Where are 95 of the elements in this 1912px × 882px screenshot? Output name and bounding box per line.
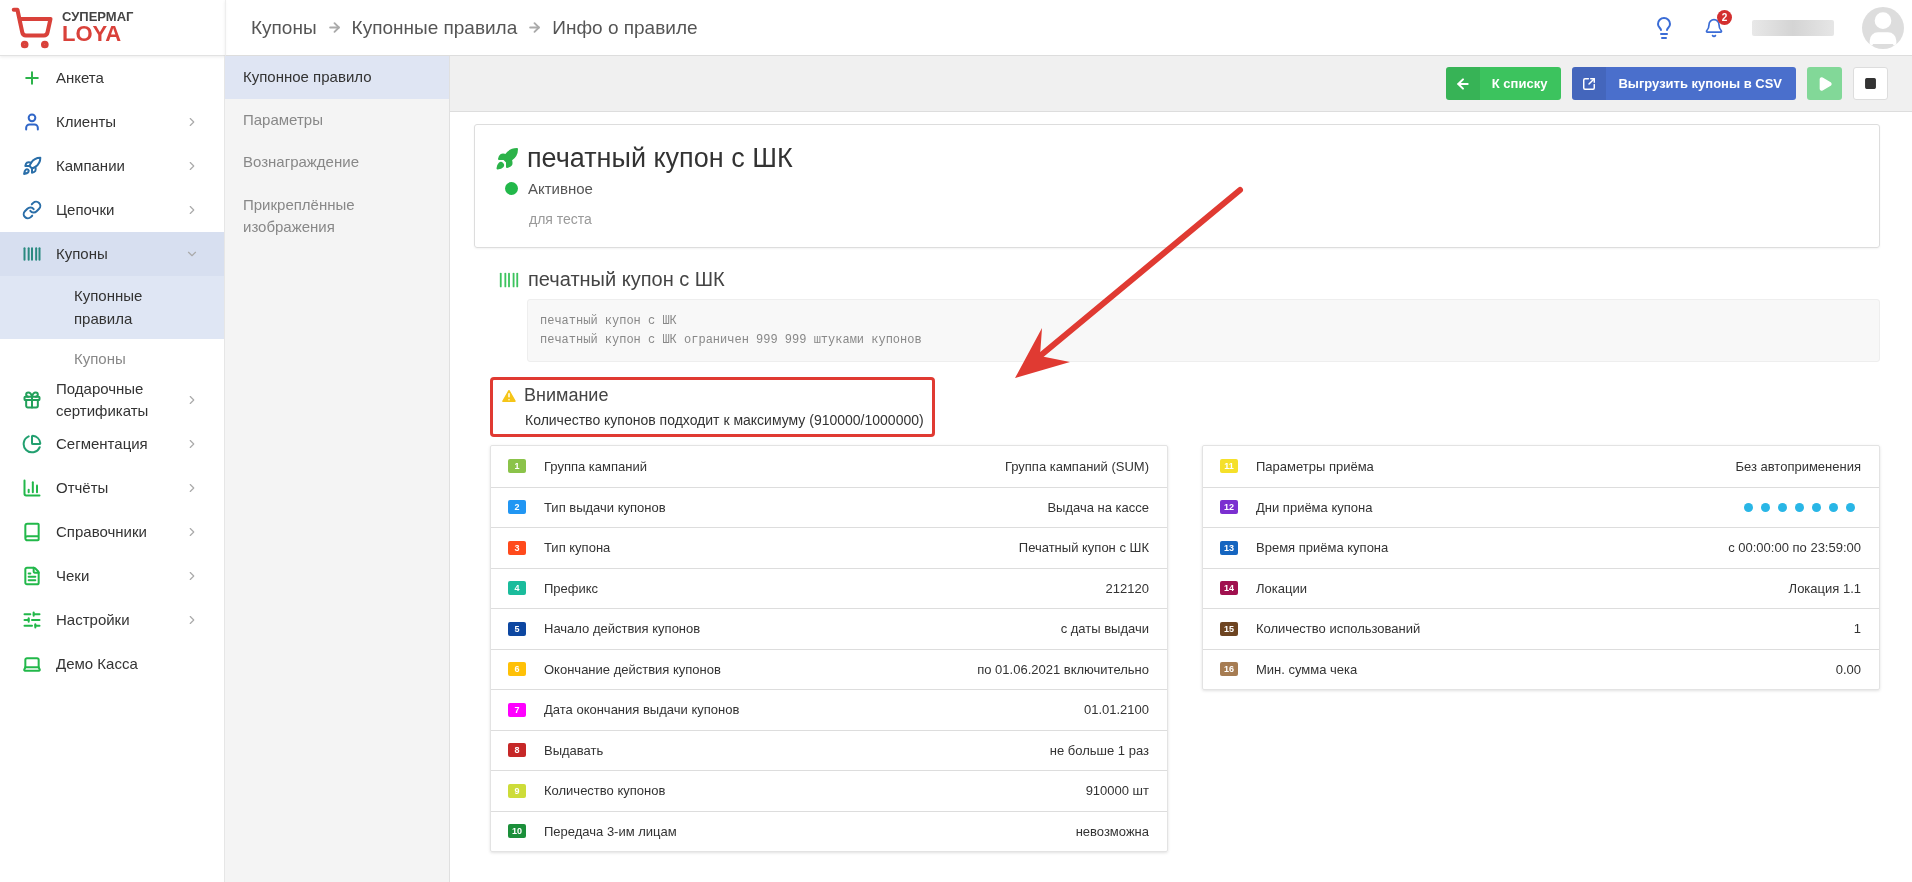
property-label: Время приёма купона (1256, 540, 1390, 556)
menu-item-icon (22, 68, 42, 88)
stop-button[interactable] (1853, 67, 1888, 100)
menu-item-icon (22, 244, 42, 264)
property-value: Локация 1.1 (1788, 580, 1861, 596)
number-badge: 12 (1220, 500, 1238, 515)
rule-title: печатный купон с ШК (527, 143, 793, 174)
property-value: Группа кампаний (SUM) (1004, 458, 1149, 474)
sidebar-item[interactable]: Отчёты (0, 465, 224, 510)
property-value: Выдача на кассе (1047, 499, 1149, 515)
number-badge: 1 (508, 459, 526, 474)
number-badge: 4 (508, 581, 526, 596)
menu-item-icon (22, 433, 42, 454)
export-csv-button[interactable]: Выгрузить купоны в CSV (1572, 67, 1796, 100)
menu-item-icon (22, 477, 42, 498)
code-line: печатный купон с ШК (540, 313, 678, 330)
number-badge: 5 (508, 621, 526, 636)
property-value: Без автоприменения (1735, 458, 1861, 474)
number-badge: 2 (508, 500, 526, 515)
subnav-item[interactable]: Купонное правило (225, 56, 449, 99)
property-value: 01.01.2100 (1083, 702, 1149, 718)
sidebar-subitem[interactable]: Купонные правила (0, 276, 224, 339)
property-value: 212120 (1105, 580, 1149, 596)
menu-item-icon (22, 389, 42, 410)
status-label: Активное (528, 180, 593, 197)
breadcrumb[interactable]: Купонные правила (351, 16, 518, 39)
sidebar-item[interactable]: Купоны (0, 232, 224, 276)
sidebar-item[interactable]: Подарочные сертификаты (0, 377, 224, 422)
menu-item-icon (22, 521, 42, 542)
number-badge: 15 (1220, 621, 1238, 636)
sidebar-item[interactable]: Справочники (0, 509, 224, 554)
number-badge: 13 (1220, 540, 1238, 555)
property-label: Префикс (544, 580, 600, 596)
sidebar-item[interactable]: Демо Касса (0, 641, 224, 686)
property-label: Передача 3-им лицам (544, 823, 678, 839)
property-value: 0.00 (1835, 661, 1861, 677)
bell-icon[interactable] (1704, 17, 1724, 38)
warning-text: Количество купонов подходит к максимуму (910000/1000000) (525, 412, 924, 429)
property-value: невозможна (1075, 823, 1149, 839)
code-line: печатный купон с ШК ограничен 999 999 штуками купонов (540, 331, 923, 349)
property-value: с даты выдачи (1060, 621, 1149, 637)
property-label: Тип выдачи купонов (544, 499, 667, 515)
warning-title: Внимание (524, 385, 609, 407)
property-value: 910000 шт (1085, 783, 1149, 799)
sidebar-item[interactable]: Анкета (0, 56, 224, 100)
property-value: с 00:00:00 по 23:59:00 (1728, 540, 1861, 556)
property-label: Дни приёма купона (1256, 499, 1374, 515)
sidebar-item[interactable]: Цепочки (0, 188, 224, 232)
logo[interactable]: СУПЕРМАГ LOYA (0, 0, 225, 56)
menu-item-icon (22, 200, 42, 220)
property-label: Дата окончания выдачи купонов (544, 702, 741, 718)
property-value: не больше 1 раз (1049, 742, 1149, 758)
property-label: Количество использований (1256, 621, 1422, 637)
logo-text: LOYA (62, 23, 123, 45)
number-badge: 9 (508, 783, 526, 798)
sidebar-item[interactable]: Сегментация (0, 421, 224, 466)
property-label: Окончание действия купонов (544, 661, 722, 677)
sidebar-item[interactable]: Кампании (0, 144, 224, 188)
logo-text: СУПЕРМАГ (62, 10, 134, 23)
property-label: Группа кампаний (544, 458, 648, 474)
property-value: по 01.06.2021 включительно (977, 661, 1149, 677)
menu-item-icon (22, 565, 42, 586)
property-label: Количество купонов (544, 783, 667, 799)
number-badge: 7 (508, 702, 526, 717)
property-value: Печатный купон с ШК (1018, 540, 1149, 556)
notification-badge: 2 (1717, 9, 1732, 25)
breadcrumb[interactable]: Купоны (251, 16, 317, 39)
sidebar-item[interactable]: Клиенты (0, 100, 224, 144)
property-label: Мин. сумма чека (1256, 661, 1359, 677)
sidebar-item[interactable]: Настройки (0, 597, 224, 642)
property-value: 1 (1853, 621, 1861, 637)
sidebar-subitem[interactable]: Купоны (0, 338, 224, 378)
rule-description: для теста (529, 211, 593, 227)
property-label: Выдавать (544, 742, 605, 758)
stop-icon (1864, 77, 1877, 90)
rocket-icon (495, 146, 519, 171)
share-icon (1582, 76, 1597, 91)
number-badge: 14 (1220, 581, 1238, 596)
menu-item-icon (22, 156, 42, 176)
number-badge: 6 (508, 662, 526, 677)
property-label: Локации (1256, 580, 1308, 596)
number-badge: 8 (508, 743, 526, 758)
number-badge: 16 (1220, 662, 1238, 677)
menu-item-icon (22, 112, 42, 132)
coupon-title: печатный купон с ШК (528, 268, 725, 291)
number-badge: 11 (1220, 459, 1238, 474)
property-label: Параметры приёма (1256, 458, 1375, 474)
number-badge: 3 (508, 540, 526, 555)
breadcrumb: Инфо о правиле (552, 16, 698, 39)
number-badge: 10 (508, 824, 526, 839)
menu-item-icon (22, 609, 42, 630)
sidebar-item[interactable]: Чеки (0, 553, 224, 598)
property-label: Тип купона (544, 540, 612, 556)
cart-icon (10, 5, 54, 50)
property-label: Начало действия купонов (544, 621, 702, 637)
